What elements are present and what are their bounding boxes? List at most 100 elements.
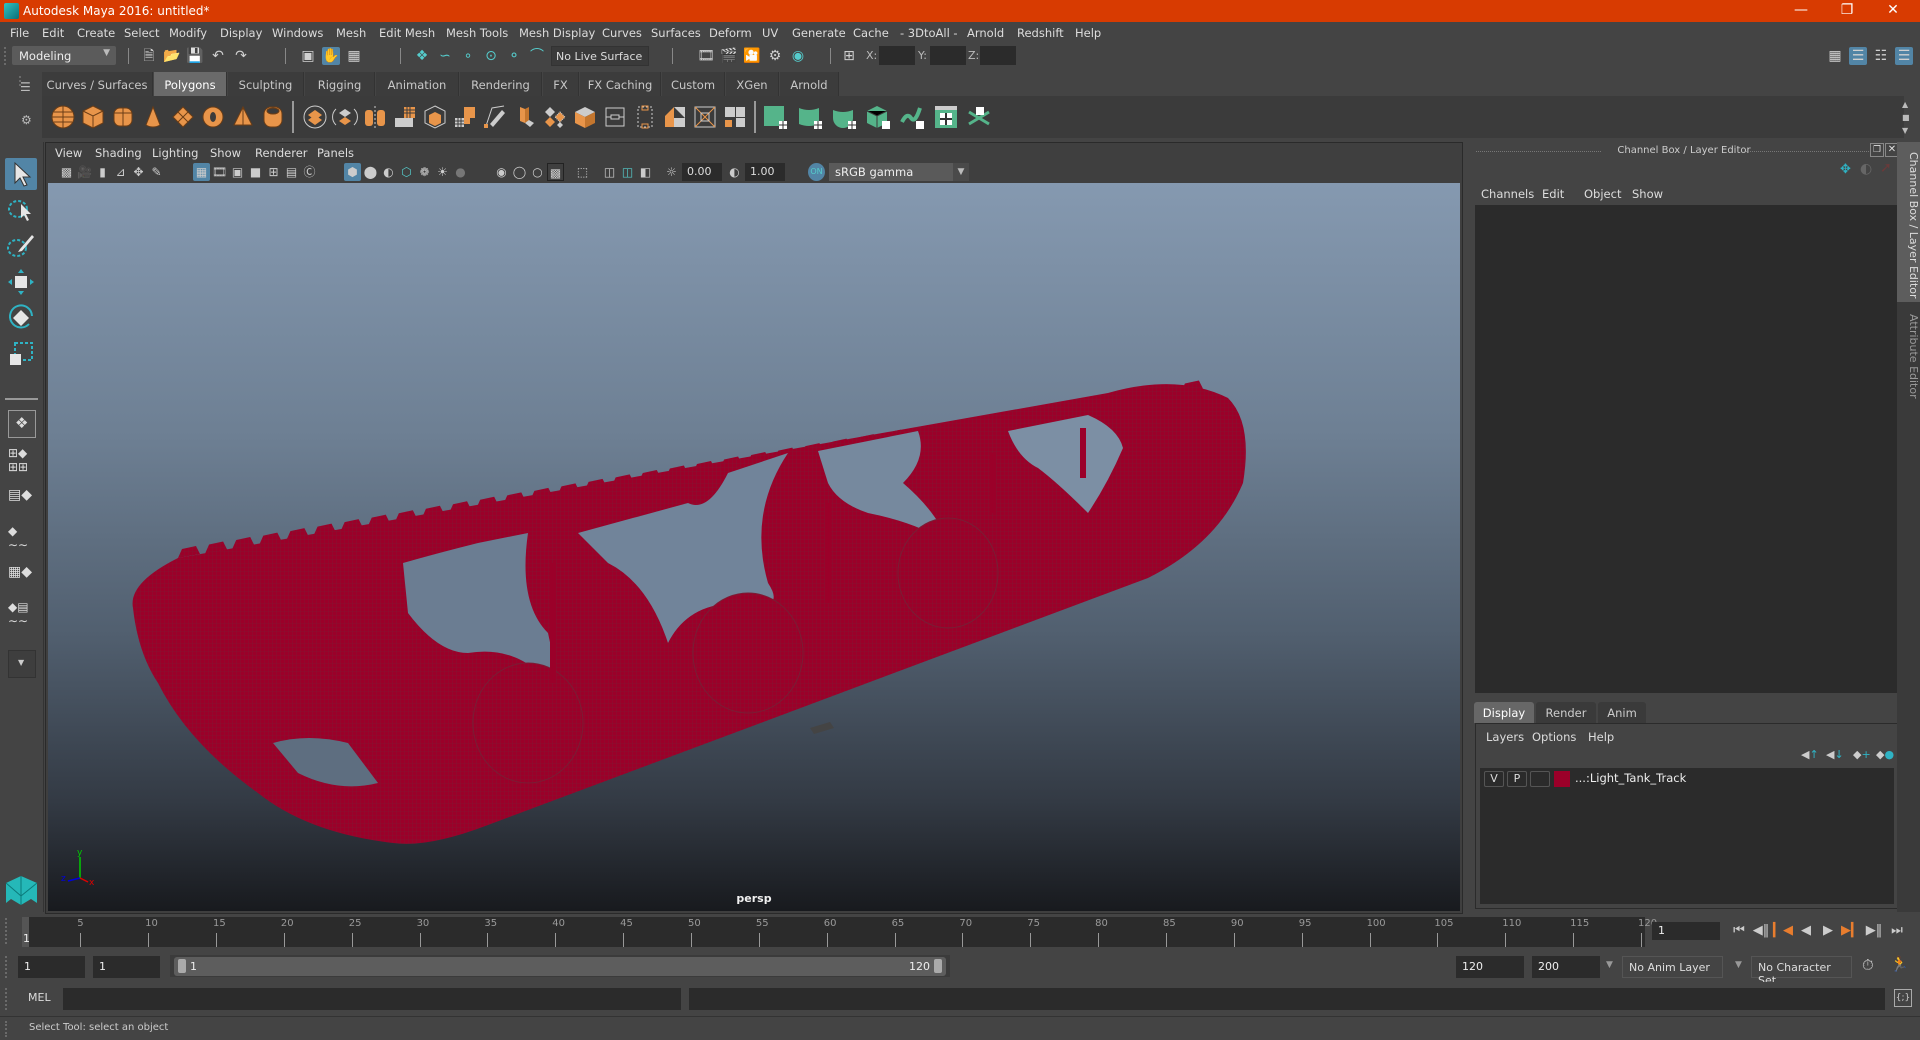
anim-layer-dropdown[interactable]: No Anim Layer bbox=[1622, 956, 1723, 978]
shadows-icon[interactable]: ● bbox=[452, 163, 469, 181]
range-end-handle[interactable] bbox=[934, 959, 942, 973]
gamma-icon[interactable]: ◐ bbox=[726, 163, 743, 181]
extrude-icon[interactable] bbox=[452, 104, 478, 130]
planar-uv-icon[interactable] bbox=[762, 104, 788, 130]
play-forwards-icon[interactable]: ▶ bbox=[1818, 922, 1838, 940]
xray-active-components-icon[interactable]: ◫ bbox=[619, 163, 636, 181]
channel-box-area[interactable] bbox=[1475, 205, 1899, 693]
menu-file[interactable]: File bbox=[10, 26, 29, 40]
layer-visibility-toggle[interactable]: V bbox=[1484, 771, 1504, 787]
depth-of-field-icon[interactable]: ▩ bbox=[547, 163, 564, 181]
hyperbolic-toggle-icon[interactable]: ➚ bbox=[1880, 160, 1892, 176]
shelf-scroll-arrows[interactable]: ▲ ■ ▼ bbox=[1902, 98, 1910, 137]
mel-input[interactable] bbox=[63, 988, 681, 1010]
save-scene-icon[interactable]: 💾 bbox=[186, 47, 204, 65]
play-backwards-icon[interactable]: ◀ bbox=[1796, 922, 1816, 940]
snap-to-point-icon[interactable]: ∘ bbox=[459, 47, 477, 65]
step-forward-key-icon[interactable]: ▶▎ bbox=[1841, 922, 1861, 940]
channel-box-menu-channels[interactable]: Channels bbox=[1481, 187, 1534, 201]
close-button[interactable]: ✕ bbox=[1870, 0, 1916, 22]
command-line-grip[interactable] bbox=[5, 988, 9, 1010]
animation-start-field[interactable]: 1 bbox=[18, 956, 85, 978]
bookmark-icon[interactable]: ▮ bbox=[94, 163, 111, 181]
select-by-component-icon[interactable]: ▦ bbox=[345, 47, 363, 65]
render-view-icon[interactable]: 🎞 bbox=[697, 47, 715, 65]
menu-3dtoall[interactable]: - 3DtoAll - bbox=[900, 26, 958, 40]
multicut-icon[interactable] bbox=[542, 104, 568, 130]
move-layer-up-icon[interactable]: ◀↑ bbox=[1801, 748, 1819, 761]
shelf-tab-rigging[interactable]: Rigging bbox=[305, 72, 375, 96]
animation-end-field[interactable]: 200 bbox=[1532, 956, 1600, 978]
fill-hole-icon[interactable] bbox=[722, 104, 748, 130]
poly-plane-icon[interactable] bbox=[170, 104, 196, 130]
channel-box-menu-show[interactable]: Show bbox=[1632, 187, 1663, 201]
cylindrical-uv-icon[interactable] bbox=[797, 104, 823, 130]
tab-anim[interactable]: Anim bbox=[1598, 702, 1646, 723]
current-frame-field[interactable]: 1 bbox=[1652, 922, 1720, 940]
grease-pencil-icon[interactable]: ✎ bbox=[148, 163, 165, 181]
menu-surfaces[interactable]: Surfaces bbox=[651, 26, 701, 40]
step-back-frame-icon[interactable]: ◀‖ bbox=[1751, 922, 1771, 940]
automatic-uv-icon[interactable] bbox=[865, 104, 891, 130]
persp-graph-outliner-layout-button[interactable]: ◆▤ ∼∼ bbox=[8, 600, 36, 630]
z-field[interactable] bbox=[980, 46, 1016, 65]
move-layer-down-icon[interactable]: ◀↓ bbox=[1826, 748, 1844, 761]
paint-select-tool-button[interactable] bbox=[5, 230, 37, 262]
color-management-toggle-icon[interactable]: ON bbox=[808, 163, 825, 181]
time-slider-grip[interactable] bbox=[5, 918, 9, 944]
layer-menu-help[interactable]: Help bbox=[1588, 730, 1614, 744]
layer-playback-toggle[interactable]: P bbox=[1507, 771, 1527, 787]
mirror-icon[interactable] bbox=[362, 104, 388, 130]
resolution-gate-icon[interactable]: ▣ bbox=[229, 163, 246, 181]
motion-blur-icon[interactable]: ◯ bbox=[511, 163, 528, 181]
uv-editor-icon[interactable] bbox=[933, 104, 959, 130]
rotate-tool-button[interactable] bbox=[5, 302, 37, 334]
view-transform-dropdown[interactable]: sRGB gamma ▼ bbox=[829, 163, 969, 181]
wireframe-icon[interactable]: ⬢ bbox=[344, 163, 361, 181]
wireframe-on-shaded-icon[interactable]: ◐ bbox=[380, 163, 397, 181]
shelf-tab-sculpting[interactable]: Sculpting bbox=[228, 72, 304, 96]
shelf-tab-custom[interactable]: Custom bbox=[662, 72, 725, 96]
merge-icon[interactable] bbox=[662, 104, 688, 130]
cut-sew-uv-icon[interactable] bbox=[967, 104, 993, 130]
speed-toggle-icon[interactable]: ◐ bbox=[1860, 161, 1872, 177]
shelf-tab-xgen[interactable]: XGen bbox=[726, 72, 779, 96]
backface-culling-icon[interactable]: ◧ bbox=[637, 163, 654, 181]
auto-key-icon[interactable]: ⏱ bbox=[1862, 956, 1874, 974]
menu-mesh-tools[interactable]: Mesh Tools bbox=[446, 26, 508, 40]
smooth-shade-icon[interactable]: ⬤ bbox=[362, 163, 379, 181]
layer-name[interactable]: ...:Light_Tank_Track bbox=[1575, 771, 1686, 785]
combine-icon[interactable] bbox=[302, 104, 328, 130]
hypershade-persp-layout-button[interactable]: ▦◆ bbox=[8, 564, 36, 592]
bridge-icon[interactable] bbox=[482, 104, 508, 130]
insert-edge-loop-icon[interactable] bbox=[602, 104, 628, 130]
poly-pipe-icon[interactable] bbox=[260, 104, 286, 130]
menu-edit[interactable]: Edit bbox=[42, 26, 64, 40]
range-slider-grip[interactable] bbox=[5, 956, 9, 978]
chevron-down-icon[interactable]: ▼ bbox=[1735, 960, 1742, 970]
menu-windows[interactable]: Windows bbox=[272, 26, 323, 40]
use-default-material-icon[interactable]: ❁ bbox=[416, 163, 433, 181]
viewport-menu-show[interactable]: Show bbox=[210, 146, 241, 160]
shelf-tab-animation[interactable]: Animation bbox=[376, 72, 459, 96]
side-tab-channel-box[interactable]: Channel Box / Layer Editor bbox=[1897, 142, 1920, 302]
more-layouts-button[interactable]: ▼ bbox=[8, 650, 36, 678]
camera-attributes-icon[interactable]: 🎥 bbox=[76, 163, 93, 181]
new-layer-from-selection-icon[interactable]: ◆● bbox=[1876, 748, 1894, 761]
snap-to-view-plane-icon[interactable]: ⊙ bbox=[482, 47, 500, 65]
unfold-uv-icon[interactable] bbox=[899, 104, 925, 130]
snap-to-grid-icon[interactable]: ❖ bbox=[413, 47, 431, 65]
redo-icon[interactable]: ↷ bbox=[232, 47, 250, 65]
tab-display[interactable]: Display bbox=[1474, 702, 1534, 723]
bevel-icon[interactable] bbox=[512, 104, 538, 130]
channel-box-menu-object[interactable]: Object bbox=[1584, 187, 1621, 201]
layer-row[interactable]: V P ...:Light_Tank_Track bbox=[1480, 768, 1894, 789]
gate-mask-icon[interactable]: ■ bbox=[247, 163, 264, 181]
side-tab-attribute-editor[interactable]: Attribute Editor bbox=[1897, 304, 1920, 414]
range-start-handle[interactable] bbox=[178, 959, 186, 973]
shelf-tab-arnold[interactable]: Arnold bbox=[780, 72, 839, 96]
target-weld-icon[interactable] bbox=[572, 104, 598, 130]
snap-to-curve-icon[interactable]: ∽ bbox=[436, 47, 454, 65]
range-slider[interactable]: 1 120 bbox=[170, 955, 950, 977]
layer-menu-options[interactable]: Options bbox=[1532, 730, 1576, 744]
